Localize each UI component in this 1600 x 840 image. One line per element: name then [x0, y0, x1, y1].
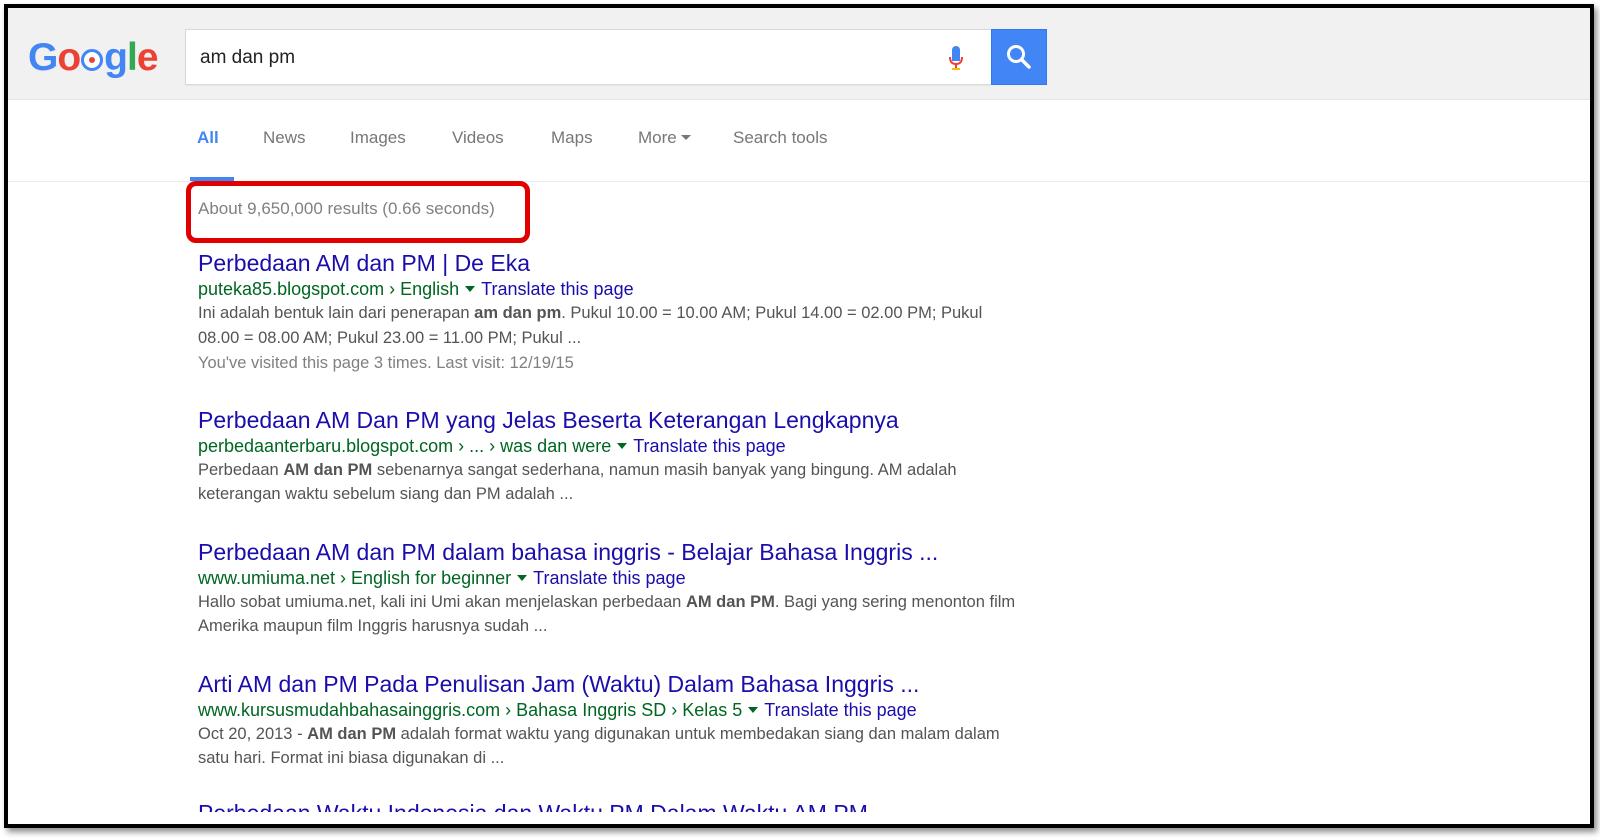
- result-url-line: www.umiuma.net › English for beginner Tra…: [198, 567, 1028, 589]
- tab-maps[interactable]: Maps: [551, 128, 593, 148]
- highlight-annotation: [186, 181, 530, 243]
- result-url: puteka85.blogspot.com › English: [198, 279, 460, 299]
- search-box[interactable]: [185, 29, 991, 85]
- result-snippet: Ini adalah bentuk lain dari penerapan am…: [198, 301, 1028, 350]
- snippet-text: Hallo sobat umiuma.net, kali ini Umi aka…: [198, 592, 686, 611]
- snippet-text: Oct 20, 2013 -: [198, 724, 308, 743]
- microphone-icon[interactable]: [948, 44, 964, 72]
- tab-more[interactable]: More: [638, 128, 691, 148]
- screenshot-frame: Gogle All News Images Videos Maps More S…: [4, 4, 1594, 828]
- tab-more-label: More: [638, 128, 677, 147]
- search-result: Perbedaan AM Dan PM yang Jelas Beserta K…: [198, 405, 1028, 507]
- tab-search-tools[interactable]: Search tools: [733, 128, 828, 148]
- google-logo[interactable]: Go gle: [28, 38, 159, 77]
- snippet-keyword: AM dan PM: [685, 592, 775, 611]
- tab-all[interactable]: All: [197, 128, 219, 148]
- search-input[interactable]: [200, 44, 920, 72]
- partial-result-title[interactable]: Perbedaan Waktu Indonesia dan Waktu PM D…: [198, 798, 868, 812]
- caret-down-icon[interactable]: [748, 706, 759, 713]
- result-title-link[interactable]: Perbedaan AM Dan PM yang Jelas Beserta K…: [198, 405, 1028, 435]
- snippet-keyword: AM dan PM: [307, 724, 397, 743]
- search-result: Arti AM dan PM Pada Penulisan Jam (Waktu…: [198, 669, 1028, 771]
- result-title-link[interactable]: Perbedaan AM dan PM | De Eka: [198, 248, 1028, 278]
- search-result: Perbedaan AM dan PM dalam bahasa inggris…: [198, 537, 1028, 639]
- translate-link[interactable]: Translate this page: [533, 568, 685, 588]
- result-url: perbedaanterbaru.blogspot.com › ... › wa…: [198, 435, 612, 456]
- tab-videos[interactable]: Videos: [452, 128, 504, 148]
- result-url: www.kursusmudahbahasainggris.com › Bahas…: [198, 699, 743, 720]
- snippet-keyword: am dan pm: [474, 304, 562, 322]
- search-header: Go gle: [8, 8, 1590, 100]
- search-tabs: All News Images Videos Maps More Search …: [8, 100, 1590, 182]
- translate-link[interactable]: Translate this page: [481, 279, 633, 299]
- search-result: Perbedaan AM dan PM | De Eka puteka85.bl…: [198, 248, 1028, 376]
- visited-note: You've visited this page 3 times. Last v…: [198, 354, 574, 372]
- result-url: www.umiuma.net › English for beginner: [198, 567, 512, 588]
- result-snippet: Hallo sobat umiuma.net, kali ini Umi aka…: [198, 590, 1028, 639]
- result-url-line: www.kursusmudahbahasainggris.com › Bahas…: [198, 699, 1028, 721]
- snippet-keyword: AM dan PM: [283, 460, 373, 479]
- result-snippet: Perbedaan AM dan PM sebenarnya sangat se…: [198, 458, 1028, 507]
- search-icon: [1007, 45, 1031, 69]
- chevron-down-icon: [680, 135, 691, 140]
- result-url-line: puteka85.blogspot.com › English Translate…: [198, 278, 1028, 300]
- caret-down-icon[interactable]: [517, 574, 528, 581]
- results-list: Perbedaan AM dan PM | De Eka puteka85.bl…: [198, 248, 1028, 788]
- snippet-text: Ini adalah bentuk lain dari penerapan: [198, 304, 475, 322]
- search-button[interactable]: [991, 29, 1047, 85]
- tab-images[interactable]: Images: [350, 128, 406, 148]
- result-snippet: Oct 20, 2013 - AM dan PM adalah format w…: [198, 722, 1028, 771]
- snippet-text: Perbedaan: [198, 460, 284, 479]
- result-title-link[interactable]: Perbedaan AM dan PM dalam bahasa inggris…: [198, 537, 1028, 567]
- translate-link[interactable]: Translate this page: [633, 436, 785, 456]
- caret-down-icon[interactable]: [617, 442, 628, 449]
- translate-link[interactable]: Translate this page: [764, 700, 916, 720]
- result-title-link[interactable]: Arti AM dan PM Pada Penulisan Jam (Waktu…: [198, 669, 1028, 699]
- caret-down-icon[interactable]: [465, 286, 476, 292]
- result-url-line: perbedaanterbaru.blogspot.com › ... › wa…: [198, 435, 1028, 457]
- tab-news[interactable]: News: [263, 128, 306, 148]
